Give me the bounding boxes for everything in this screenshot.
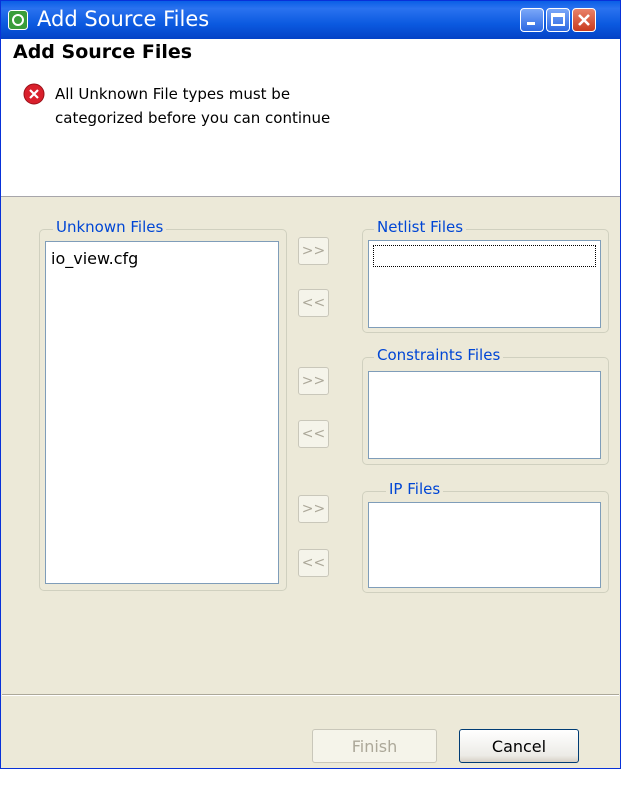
constraints-files-label: Constraints Files — [374, 346, 504, 364]
add-to-constraints-button[interactable]: >> — [298, 367, 329, 395]
dialog-header: Add Source Files All Unknown File types … — [1, 39, 620, 197]
ip-files-group: IP Files — [362, 480, 609, 593]
cancel-button-label: Cancel — [491, 736, 547, 756]
list-item[interactable]: io_view.cfg — [51, 249, 138, 268]
netlist-files-label: Netlist Files — [374, 218, 467, 236]
error-message-line-1: All Unknown File types must be — [55, 85, 291, 103]
ip-files-label: IP Files — [386, 480, 444, 498]
focus-indicator — [373, 245, 596, 267]
add-to-ip-button[interactable]: >> — [298, 495, 329, 523]
window-title: Add Source Files — [37, 7, 210, 31]
minimize-button[interactable] — [520, 8, 544, 32]
title-bar[interactable]: Add Source Files — [1, 1, 620, 39]
page-title: Add Source Files — [13, 41, 193, 63]
ip-files-list[interactable] — [368, 502, 601, 588]
remove-from-netlist-button[interactable]: << — [298, 289, 329, 317]
netlist-files-list[interactable] — [368, 240, 601, 328]
constraints-files-list[interactable] — [368, 371, 601, 459]
error-message: All Unknown File types must be categoriz… — [55, 82, 415, 130]
error-message-line-2: categorized before you can continue — [55, 109, 331, 127]
constraints-files-group: Constraints Files — [362, 346, 609, 465]
app-icon — [8, 10, 28, 30]
remove-from-ip-button[interactable]: << — [298, 549, 329, 577]
unknown-files-list[interactable]: io_view.cfg — [45, 241, 279, 584]
footer-separator — [2, 694, 619, 696]
close-button[interactable] — [572, 8, 596, 32]
cancel-button[interactable]: Cancel — [459, 729, 579, 763]
add-source-files-dialog: Add Source Files Add Source Files All Un… — [0, 0, 621, 769]
unknown-files-label: Unknown Files — [53, 218, 167, 236]
close-icon — [578, 14, 590, 26]
finish-button-label: Finish — [351, 736, 398, 756]
finish-button[interactable]: Finish — [312, 729, 437, 763]
maximize-icon — [551, 13, 565, 26]
maximize-button[interactable] — [546, 8, 570, 32]
netlist-files-group: Netlist Files — [362, 218, 609, 333]
unknown-files-group: Unknown Files io_view.cfg — [39, 218, 287, 591]
minimize-icon — [527, 22, 535, 25]
error-icon — [23, 83, 45, 105]
remove-from-constraints-button[interactable]: << — [298, 420, 329, 448]
add-to-netlist-button[interactable]: >> — [298, 237, 329, 265]
